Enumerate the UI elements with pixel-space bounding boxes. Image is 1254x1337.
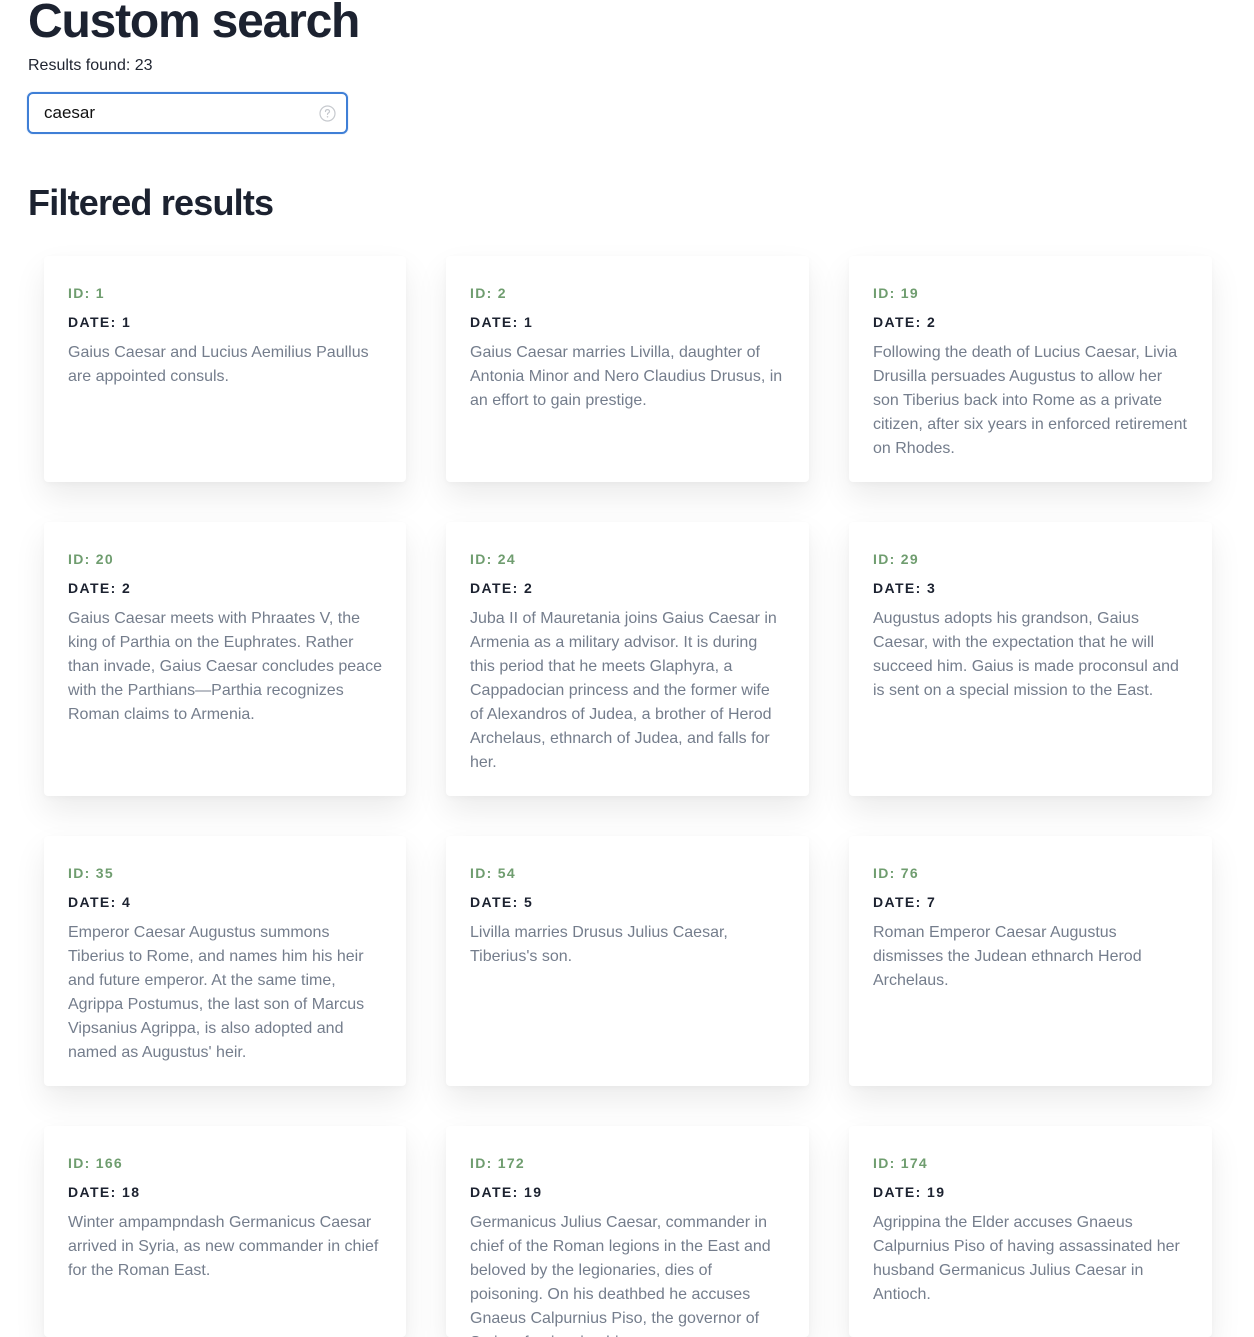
card-id: ID: 2	[470, 285, 507, 301]
card-text: Germanicus Julius Caesar, commander in c…	[470, 1214, 771, 1337]
page-title: Custom search	[28, 0, 360, 48]
question-circle-icon[interactable]	[319, 105, 336, 122]
card-id: ID: 35	[68, 865, 114, 881]
result-card: ID: 166 DATE: 18 Winter ampampndash Germ…	[44, 1126, 406, 1337]
card-date: DATE: 2	[873, 314, 937, 330]
card-text: Livilla marries Drusus Julius Caesar, Ti…	[470, 924, 728, 965]
result-card: ID: 35 DATE: 4 Emperor Caesar Augustus s…	[44, 836, 406, 1086]
card-id: ID: 20	[68, 551, 114, 567]
result-card: ID: 19 DATE: 2 Following the death of Lu…	[849, 256, 1212, 482]
card-id: ID: 166	[68, 1155, 124, 1171]
result-card: ID: 54 DATE: 5 Livilla marries Drusus Ju…	[446, 836, 809, 1086]
card-date: DATE: 3	[873, 580, 937, 596]
card-id: ID: 29	[873, 551, 919, 567]
result-card: ID: 172 DATE: 19 Germanicus Julius Caesa…	[446, 1126, 809, 1337]
result-card: ID: 29 DATE: 3 Augustus adopts his grand…	[849, 522, 1212, 796]
card-id: ID: 174	[873, 1155, 929, 1171]
card-text: Emperor Caesar Augustus summons Tiberius…	[68, 924, 365, 1061]
card-id: ID: 24	[470, 551, 516, 567]
card-text: Augustus adopts his grandson, Gaius Caes…	[873, 610, 1179, 699]
card-id: ID: 19	[873, 285, 919, 301]
card-text: Juba II of Mauretania joins Gaius Caesar…	[470, 610, 777, 771]
card-date: DATE: 7	[873, 894, 937, 910]
card-text: Following the death of Lucius Caesar, Li…	[873, 344, 1187, 457]
card-text: Gaius Caesar and Lucius Aemilius Paullus…	[68, 344, 369, 385]
result-card: ID: 1 DATE: 1 Gaius Caesar and Lucius Ae…	[44, 256, 406, 482]
card-id: ID: 76	[873, 865, 919, 881]
page: Custom search Results found: 23 Filtered…	[0, 0, 1254, 1337]
card-date: DATE: 5	[470, 894, 534, 910]
card-date: DATE: 2	[68, 580, 132, 596]
result-card: ID: 24 DATE: 2 Juba II of Mauretania joi…	[446, 522, 809, 796]
card-date: DATE: 2	[470, 580, 534, 596]
card-id: ID: 1	[68, 285, 105, 301]
card-id: ID: 172	[470, 1155, 526, 1171]
result-card: ID: 76 DATE: 7 Roman Emperor Caesar Augu…	[849, 836, 1212, 1086]
card-date: DATE: 1	[68, 314, 132, 330]
search-input[interactable]	[43, 101, 303, 125]
card-date: DATE: 18	[68, 1184, 141, 1200]
result-card: ID: 2 DATE: 1 Gaius Caesar marries Livil…	[446, 256, 809, 482]
section-title: Filtered results	[28, 182, 274, 223]
card-text: Winter ampampndash Germanicus Caesar arr…	[68, 1214, 379, 1279]
card-text: Agrippina the Elder accuses Gnaeus Calpu…	[873, 1214, 1180, 1303]
card-text: Gaius Caesar marries Livilla, daughter o…	[470, 344, 783, 409]
card-date: DATE: 1	[470, 314, 534, 330]
card-text: Gaius Caesar meets with Phraates V, the …	[68, 610, 382, 723]
search-box[interactable]	[27, 92, 348, 134]
card-id: ID: 54	[470, 865, 516, 881]
card-date: DATE: 19	[873, 1184, 946, 1200]
card-date: DATE: 4	[68, 894, 132, 910]
result-card: ID: 174 DATE: 19 Agrippina the Elder acc…	[849, 1126, 1212, 1337]
results-count: Results found: 23	[28, 57, 153, 74]
card-text: Roman Emperor Caesar Augustus dismisses …	[873, 924, 1142, 989]
card-date: DATE: 19	[470, 1184, 543, 1200]
result-card: ID: 20 DATE: 2 Gaius Caesar meets with P…	[44, 522, 406, 796]
